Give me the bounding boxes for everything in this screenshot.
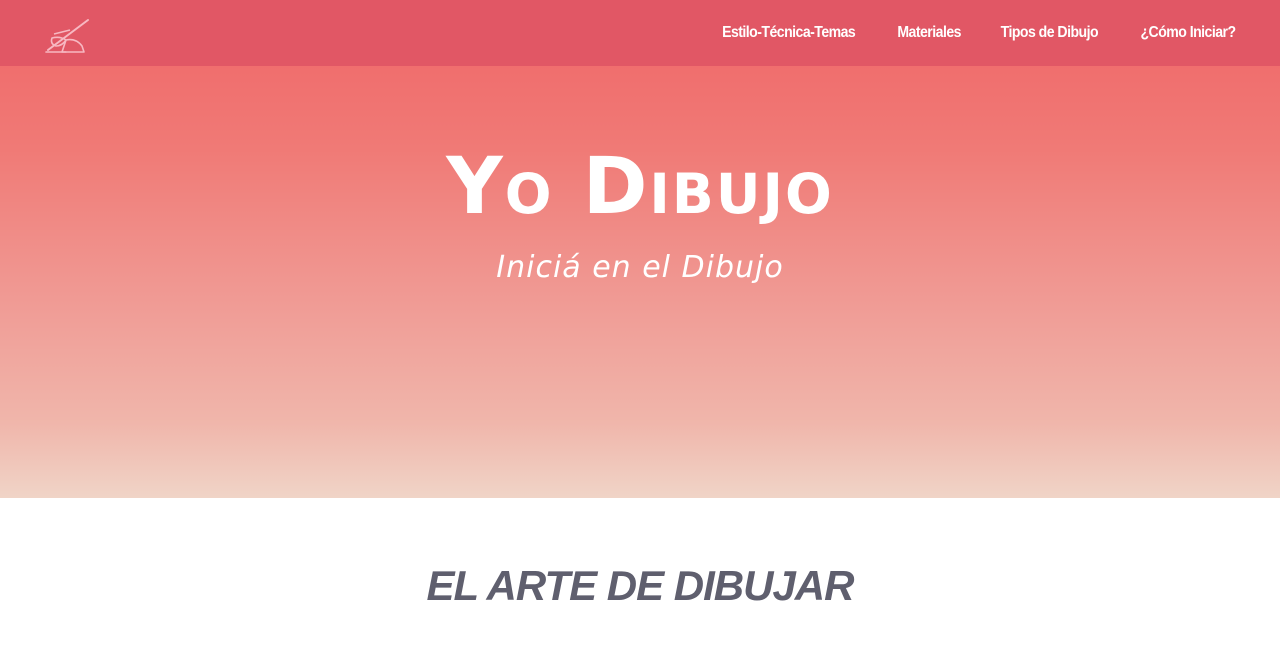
hero-subtitle: Iniciá en el Dibujo — [496, 250, 784, 285]
main-nav: Estilo-Técnica-Temas Materiales Tipos de… — [713, 0, 1242, 66]
page: Yo Dibujo Iniciá en el Dibujo Estilo-Téc… — [0, 0, 1280, 655]
hero-banner: Yo Dibujo Iniciá en el Dibujo — [0, 0, 1280, 498]
nav-link-materiales[interactable]: Materiales — [897, 24, 961, 42]
navbar: Estilo-Técnica-Temas Materiales Tipos de… — [0, 0, 1280, 66]
section-title: EL ARTE DE DIBUJAR — [426, 562, 855, 609]
nav-link-tipos[interactable]: Tipos de Dibujo — [1001, 24, 1099, 42]
pencil-drawing-icon[interactable] — [42, 16, 94, 56]
nav-link-como-iniciar[interactable]: ¿Cómo Iniciar? — [1140, 24, 1236, 42]
nav-link-estilo[interactable]: Estilo-Técnica-Temas — [722, 24, 856, 42]
hero-title: Yo Dibujo — [446, 142, 834, 232]
